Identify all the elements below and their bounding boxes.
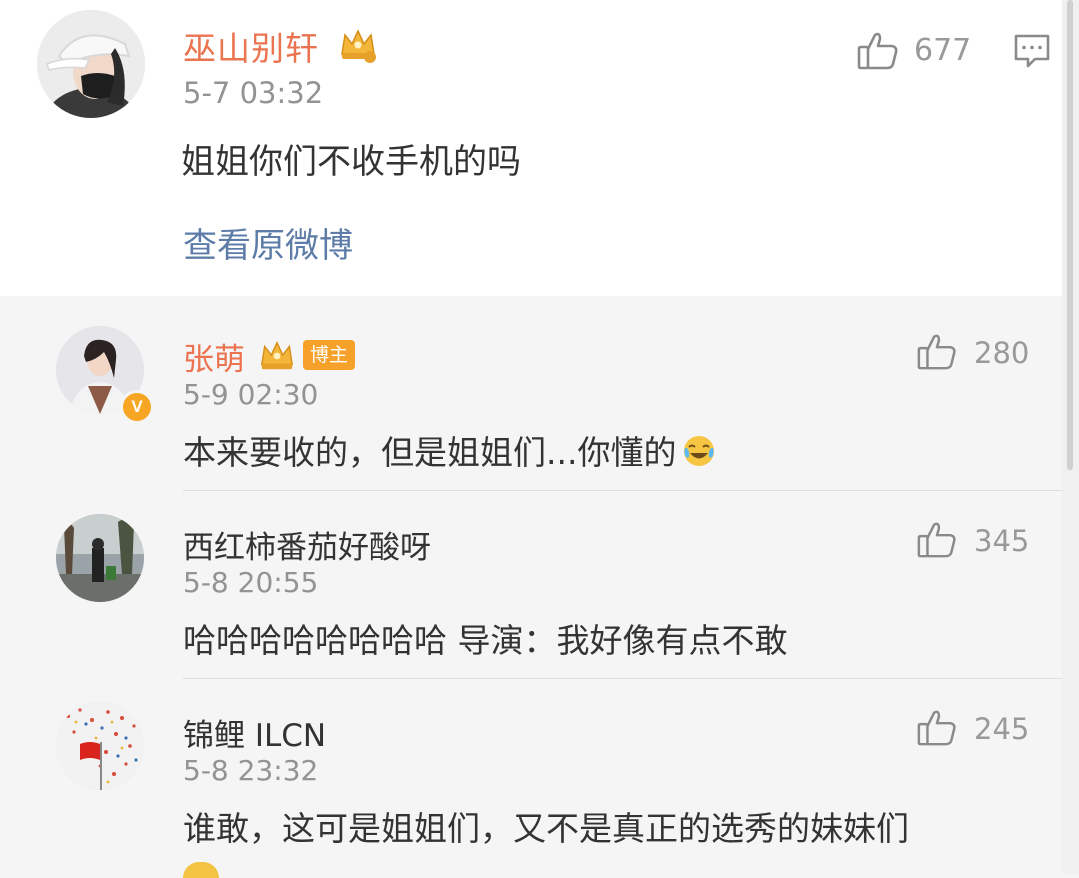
avatar[interactable]	[56, 514, 144, 602]
username[interactable]: 张萌	[183, 334, 245, 379]
thumbs-up-icon[interactable]	[916, 518, 958, 564]
comment-text: 姐姐你们不收手机的吗	[181, 142, 521, 182]
like-count: 245	[974, 712, 1030, 746]
divider	[183, 490, 1062, 491]
username[interactable]: 西红柿番茄好酸呀	[183, 522, 431, 567]
like-count: 280	[974, 336, 1030, 370]
comment-icon[interactable]	[1013, 32, 1051, 74]
reply-item: V 张萌 博主 5-9 02:30 本来要收的，但是姐姐们...你懂的 280	[56, 326, 1062, 486]
host-tag: 博主	[303, 340, 356, 370]
comment-time: 5-7 03:32	[183, 76, 324, 110]
laughing-tears-emoji	[682, 434, 716, 476]
comment-text: 本来要收的，但是姐姐们...你懂的	[183, 426, 716, 476]
scrollbar-thumb[interactable]	[1067, 0, 1073, 470]
username[interactable]: 巫山别轩	[183, 22, 319, 70]
thumbs-up-icon[interactable]	[916, 706, 958, 752]
like-count: 677	[914, 33, 972, 68]
verified-badge: V	[120, 390, 154, 424]
avatar[interactable]	[37, 10, 145, 118]
username[interactable]: 锦鲤 ILCN	[183, 710, 326, 755]
thumbs-up-icon[interactable]	[916, 330, 958, 376]
divider	[183, 678, 1062, 679]
view-original-link[interactable]: 查看原微博	[183, 218, 353, 267]
root-comment: 巫山别轩 5-7 03:32 姐姐你们不收手机的吗 查看原微博 677	[0, 0, 1062, 296]
thumbs-up-icon[interactable]	[856, 28, 900, 76]
avatar[interactable]	[56, 702, 144, 790]
crown-icon	[338, 24, 378, 68]
comment-time: 5-9 02:30	[183, 378, 319, 411]
crown-icon	[258, 336, 296, 378]
like-count: 345	[974, 524, 1030, 558]
comment-text: 哈哈哈哈哈哈哈哈 导演：我好像有点不敢	[183, 621, 788, 660]
comment-text: 谁敢，这可是姐姐们，又不是真正的选秀的妹妹们	[183, 809, 909, 848]
reply-item: 西红柿番茄好酸呀 5-8 20:55 哈哈哈哈哈哈哈哈 导演：我好像有点不敢 3…	[56, 514, 1062, 664]
reply-item: 锦鲤 ILCN 5-8 23:32 谁敢，这可是姐姐们，又不是真正的选秀的妹妹们…	[56, 702, 1062, 874]
comment-time: 5-8 20:55	[183, 566, 319, 599]
comment-time: 5-8 23:32	[183, 754, 319, 787]
